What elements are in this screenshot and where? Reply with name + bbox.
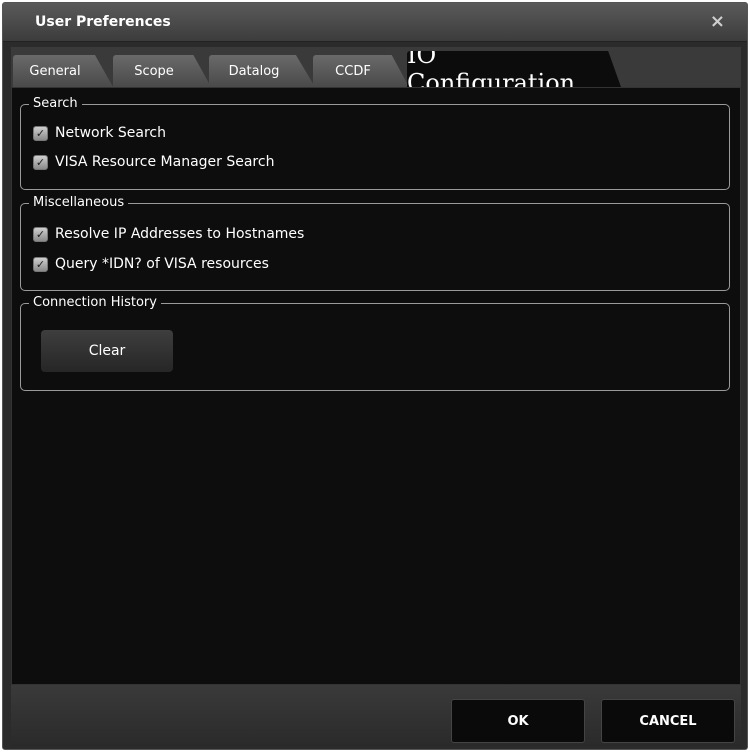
tab-io-configuration[interactable]: IO Configuration [407, 51, 621, 87]
query-idn-checkbox[interactable]: ✓ Query *IDN? of VISA resources [33, 256, 269, 272]
tab-label: Datalog [228, 63, 280, 79]
resolve-ip-checkbox[interactable]: ✓ Resolve IP Addresses to Hostnames [33, 226, 304, 242]
miscellaneous-group: Miscellaneous ✓ Resolve IP Addresses to … [20, 195, 730, 291]
connection-history-group: Connection History Clear [20, 295, 730, 391]
resolve-ip-label: Resolve IP Addresses to Hostnames [55, 226, 305, 242]
dialog-title: User Preferences [35, 14, 171, 30]
cancel-button[interactable]: CANCEL [601, 699, 735, 743]
tab-scope[interactable]: Scope [113, 55, 211, 87]
checkbox-checked-icon: ✓ [33, 256, 48, 272]
tab-label: General [29, 63, 81, 79]
visa-resource-manager-search-label: VISA Resource Manager Search [55, 154, 275, 170]
close-icon[interactable]: × [710, 11, 725, 32]
ok-button[interactable]: OK [451, 699, 585, 743]
connection-history-group-label: Connection History [29, 295, 161, 310]
network-search-checkbox[interactable]: ✓ Network Search [33, 125, 166, 141]
checkbox-checked-icon: ✓ [33, 226, 48, 242]
search-group: Search ✓ Network Search ✓ VISA Resource … [20, 96, 730, 190]
tab-label: CCDF [335, 63, 371, 79]
user-preferences-dialog: User Preferences × General Scope Datalog… [2, 2, 748, 750]
search-group-label: Search [29, 96, 82, 111]
tab-content-io-configuration: Search ✓ Network Search ✓ VISA Resource … [11, 87, 741, 685]
tab-strip: General Scope Datalog CCDF IO Configurat… [11, 47, 741, 87]
miscellaneous-group-label: Miscellaneous [29, 195, 129, 210]
checkbox-checked-icon: ✓ [33, 125, 48, 141]
visa-resource-manager-search-checkbox[interactable]: ✓ VISA Resource Manager Search [33, 154, 274, 170]
tab-ccdf[interactable]: CCDF [313, 55, 409, 87]
dialog-footer: OK CANCEL [11, 685, 741, 747]
query-idn-label: Query *IDN? of VISA resources [55, 256, 269, 272]
tab-datalog[interactable]: Datalog [209, 55, 315, 87]
tab-label: Scope [134, 63, 174, 79]
title-bar[interactable]: User Preferences × [3, 3, 747, 42]
tab-general[interactable]: General [13, 55, 113, 87]
checkbox-checked-icon: ✓ [33, 154, 48, 170]
network-search-label: Network Search [55, 125, 167, 141]
clear-history-button[interactable]: Clear [41, 330, 173, 372]
